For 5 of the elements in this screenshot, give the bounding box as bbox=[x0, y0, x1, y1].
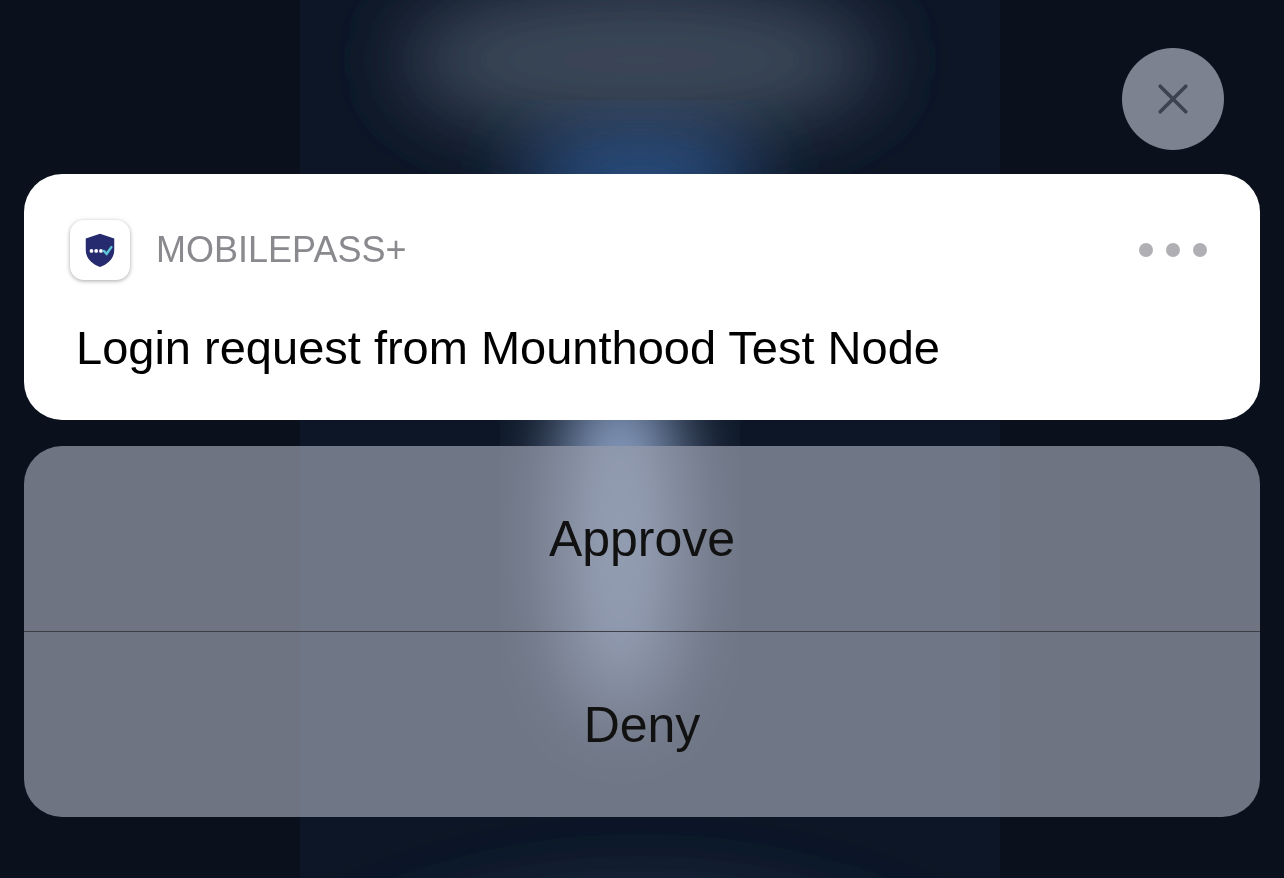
notification-message: Login request from Mounthood Test Node bbox=[76, 320, 941, 375]
app-name: MOBILEPASS+ bbox=[156, 229, 408, 271]
action-button[interactable]: Deny bbox=[24, 632, 1260, 817]
close-icon bbox=[1157, 83, 1189, 115]
action-button[interactable]: Approve bbox=[24, 446, 1260, 631]
